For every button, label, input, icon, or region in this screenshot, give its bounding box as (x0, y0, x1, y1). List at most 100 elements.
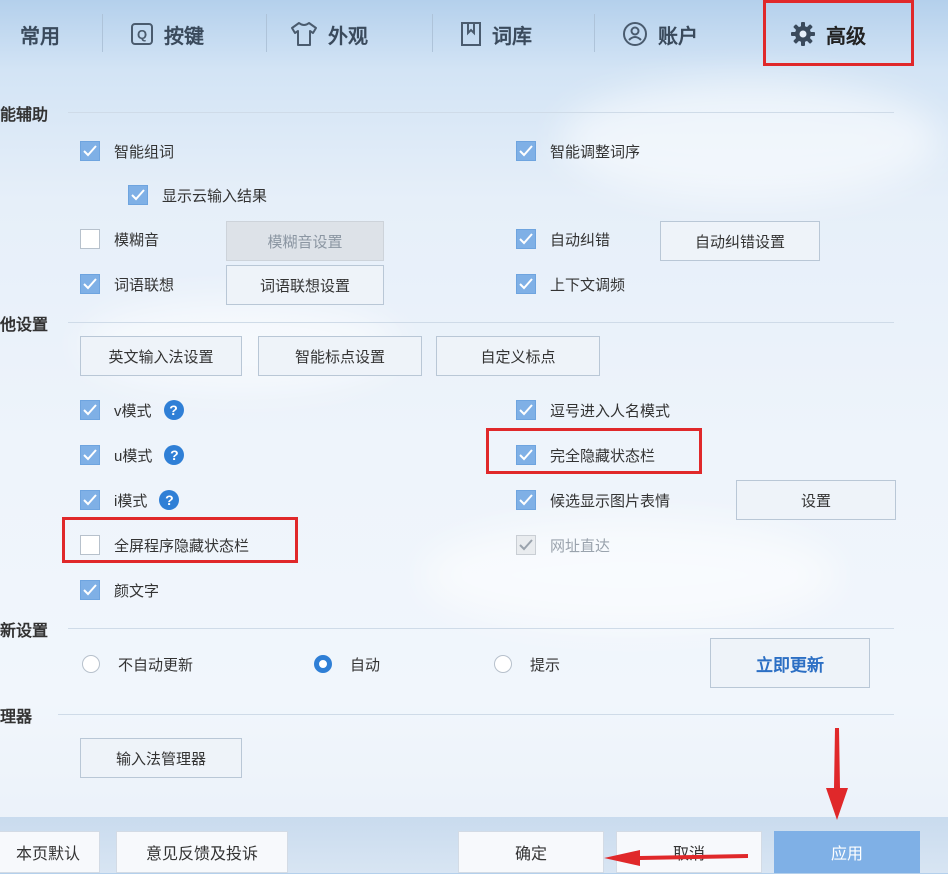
key-icon: Q (130, 22, 154, 46)
update-option-auto[interactable]: 自动 (314, 652, 380, 676)
autocorrect-checkbox[interactable] (516, 229, 536, 249)
association-settings-button[interactable]: 词语联想设置 (226, 265, 384, 305)
tab-divider (266, 14, 267, 52)
u-mode-option[interactable]: u模式 ? (80, 443, 185, 467)
i-mode-checkbox[interactable] (80, 490, 100, 510)
smart-phrase-option[interactable]: 智能组词 (80, 139, 174, 163)
feedback-button[interactable]: 意见反馈及投诉 (116, 831, 288, 873)
update-now-button[interactable]: 立即更新 (710, 638, 870, 688)
settings-tab-bar: 常用 Q 按键 外观 词库 账户 高级 (0, 0, 948, 76)
help-icon[interactable]: ? (163, 400, 184, 420)
kaomoji-option[interactable]: 颜文字 (80, 578, 159, 602)
cloud-result-checkbox[interactable] (128, 185, 148, 205)
association-checkbox[interactable] (80, 274, 100, 294)
association-option[interactable]: 词语联想 (80, 272, 174, 296)
tab-label: 常用 (20, 25, 60, 48)
tab-divider (102, 14, 103, 52)
tab-common[interactable]: 常用 (20, 12, 60, 56)
smart-punct-settings-button[interactable]: 智能标点设置 (258, 336, 422, 376)
tab-label: 词库 (492, 25, 532, 48)
ok-button[interactable]: 确定 (458, 831, 604, 873)
annotation-highlight-hide-status-bar (486, 428, 702, 474)
emoji-picture-label: 候选显示图片表情 (550, 492, 671, 510)
update-option-never[interactable]: 不自动更新 (82, 652, 193, 676)
association-label: 词语联想 (114, 276, 175, 294)
smart-order-label: 智能调整词序 (550, 143, 641, 161)
i-mode-option[interactable]: i模式 ? (80, 488, 180, 512)
comma-name-mode-label: 逗号进入人名模式 (550, 402, 671, 420)
apply-button[interactable]: 应用 (774, 831, 920, 873)
tab-label: 按键 (164, 25, 204, 48)
u-mode-label: u模式 (114, 447, 153, 465)
tab-keys[interactable]: Q 按键 (130, 12, 204, 56)
shirt-icon (290, 21, 318, 47)
annotation-highlight-advanced-tab (763, 0, 914, 66)
background-cloud (420, 520, 840, 630)
tab-label: 账户 (658, 25, 698, 48)
emoji-settings-button[interactable]: 设置 (736, 480, 896, 520)
context-freq-label: 上下文调频 (550, 276, 626, 294)
smart-order-checkbox[interactable] (516, 141, 536, 161)
url-direct-label: 网址直达 (550, 537, 611, 555)
tab-divider (432, 14, 433, 52)
fuzzy-checkbox[interactable] (80, 229, 100, 249)
i-mode-label: i模式 (114, 492, 148, 510)
update-prompt-radio[interactable] (494, 655, 512, 673)
url-direct-option: 网址直达 (516, 533, 610, 557)
autocorrect-settings-button[interactable]: 自动纠错设置 (660, 221, 820, 261)
help-icon[interactable]: ? (164, 445, 185, 465)
update-never-radio[interactable] (82, 655, 100, 673)
comma-name-mode-checkbox[interactable] (516, 400, 536, 420)
update-prompt-label: 提示 (530, 656, 561, 674)
annotation-highlight-fullscreen-hide (62, 517, 298, 563)
section-title-update-settings: 新设置 (0, 623, 49, 640)
section-title-manager: 理器 (0, 709, 33, 726)
tab-dictionary[interactable]: 词库 (460, 12, 532, 56)
smart-phrase-checkbox[interactable] (80, 141, 100, 161)
context-freq-checkbox[interactable] (516, 274, 536, 294)
help-icon[interactable]: ? (159, 490, 180, 510)
v-mode-label: v模式 (114, 402, 152, 420)
fuzzy-settings-button[interactable]: 模糊音设置 (226, 221, 384, 261)
english-input-settings-button[interactable]: 英文输入法设置 (80, 336, 242, 376)
tab-label: 外观 (328, 25, 368, 48)
tab-account[interactable]: 账户 (622, 12, 698, 56)
fuzzy-label: 模糊音 (114, 231, 160, 249)
kaomoji-label: 颜文字 (114, 582, 160, 600)
tab-divider (594, 14, 595, 52)
update-auto-label: 自动 (350, 656, 381, 674)
tab-appearance[interactable]: 外观 (290, 12, 368, 56)
smart-order-option[interactable]: 智能调整词序 (516, 139, 640, 163)
update-never-label: 不自动更新 (118, 656, 194, 674)
update-option-prompt[interactable]: 提示 (494, 652, 560, 676)
url-direct-checkbox (516, 535, 536, 555)
section-title-other-settings: 他设置 (0, 317, 49, 334)
annotation-arrow-down-icon (826, 728, 848, 820)
cloud-result-label: 显示云输入结果 (162, 187, 268, 205)
cloud-result-option[interactable]: 显示云输入结果 (128, 183, 267, 207)
section-divider (68, 112, 894, 113)
v-mode-checkbox[interactable] (80, 400, 100, 420)
smart-phrase-label: 智能组词 (114, 143, 175, 161)
autocorrect-label: 自动纠错 (550, 231, 611, 249)
section-divider (58, 714, 894, 715)
section-divider (68, 628, 894, 629)
emoji-picture-option[interactable]: 候选显示图片表情 (516, 488, 670, 512)
annotation-arrow-left-icon (604, 850, 748, 866)
context-freq-option[interactable]: 上下文调频 (516, 272, 625, 296)
v-mode-option[interactable]: v模式 ? (80, 398, 184, 422)
user-icon (622, 21, 648, 47)
restore-defaults-button[interactable]: 本页默认 (0, 831, 100, 873)
autocorrect-option[interactable]: 自动纠错 (516, 227, 610, 251)
update-auto-radio[interactable] (314, 655, 332, 673)
emoji-picture-checkbox[interactable] (516, 490, 536, 510)
ime-manager-button[interactable]: 输入法管理器 (80, 738, 242, 778)
custom-punct-button[interactable]: 自定义标点 (436, 336, 600, 376)
section-divider (68, 322, 894, 323)
u-mode-checkbox[interactable] (80, 445, 100, 465)
svg-text:Q: Q (137, 27, 147, 42)
fuzzy-option[interactable]: 模糊音 (80, 227, 159, 251)
book-icon (460, 21, 482, 47)
kaomoji-checkbox[interactable] (80, 580, 100, 600)
comma-name-mode-option[interactable]: 逗号进入人名模式 (516, 398, 670, 422)
